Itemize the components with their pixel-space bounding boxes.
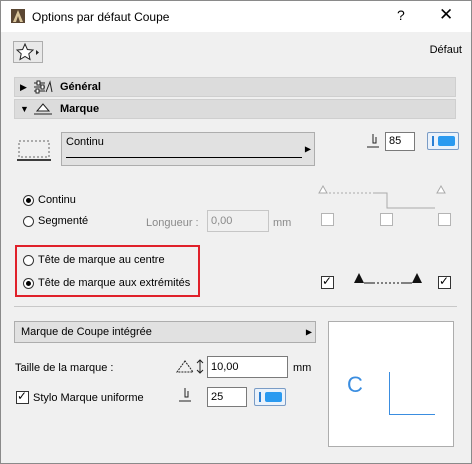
segment-end-checkbox[interactable] — [438, 213, 451, 226]
favorites-button[interactable] — [13, 41, 43, 63]
line-type-preview-icon — [17, 140, 51, 161]
marker-size-icon — [176, 359, 204, 374]
radio-head-center[interactable]: Tête de marque au centre — [23, 254, 165, 266]
app-icon — [11, 9, 25, 23]
radio-circle — [23, 277, 34, 289]
radio-circle — [23, 215, 34, 227]
toggle-bar — [259, 392, 261, 402]
dropdown-arrow-icon: ▶ — [304, 144, 311, 154]
title-bar: Options par défaut Coupe ? ✕ — [1, 1, 471, 32]
marker-pen-field[interactable]: 25 — [207, 387, 247, 407]
line-pen-toggle[interactable] — [427, 132, 459, 150]
marker-pen-toggle[interactable] — [254, 388, 286, 406]
star-icon — [15, 42, 39, 61]
radio-head-ends-label: Tête de marque aux extrémités — [38, 277, 191, 289]
preview-vertical-line — [389, 372, 390, 414]
toggle-knob — [265, 392, 282, 402]
segment-middle-checkbox[interactable] — [380, 213, 393, 226]
radio-continu[interactable]: Continu — [23, 194, 76, 206]
radio-segmente[interactable]: Segmenté — [23, 215, 88, 227]
preview-horizontal-line — [389, 414, 435, 415]
line-type-dropdown[interactable]: Continu ▶ — [61, 132, 315, 166]
line-type-sample — [66, 157, 302, 158]
toggle-bar — [432, 136, 434, 146]
help-button[interactable]: ? — [397, 7, 405, 23]
section-general-label: Général — [60, 81, 101, 93]
checkmark-icon: ✓ — [322, 274, 333, 288]
close-button[interactable]: ✕ — [439, 5, 453, 25]
marker-preview: C — [328, 321, 454, 447]
marker-type-dropdown[interactable]: Marque de Coupe intégrée ▶ — [14, 321, 316, 343]
checkmark-icon: ✓ — [439, 274, 450, 288]
dropdown-arrow-icon: ▶ — [305, 327, 312, 337]
radio-circle — [23, 194, 34, 206]
head-start-checkbox[interactable]: ✓ — [321, 274, 334, 289]
radio-head-ends[interactable]: Tête de marque aux extrémités — [23, 277, 190, 289]
head-end-checkbox[interactable]: ✓ — [438, 274, 451, 289]
marker-size-label: Taille de la marque : — [15, 362, 114, 374]
radio-head-center-label: Tête de marque au centre — [38, 254, 165, 266]
highlight-box — [15, 245, 200, 297]
dialog-window: Options par défaut Coupe ? ✕ Défaut ▶ Gé… — [0, 0, 472, 464]
radio-continu-label: Continu — [38, 194, 76, 206]
default-label: Défaut — [429, 44, 462, 56]
section-marque[interactable]: ▼ Marque — [14, 99, 456, 119]
marker-icon — [34, 103, 52, 115]
preview-letter: C — [347, 372, 363, 397]
segment-start-checkbox[interactable] — [321, 213, 334, 226]
window-title: Options par défaut Coupe — [32, 10, 170, 24]
section-general[interactable]: ▶ Général — [14, 77, 456, 97]
radio-circle — [23, 254, 34, 266]
separator — [14, 306, 457, 307]
uniform-pen-checkbox[interactable]: ✓ — [16, 389, 29, 404]
marker-size-field[interactable]: 10,00 — [207, 356, 288, 378]
marker-head-diagram — [354, 273, 422, 284]
line-pen-field[interactable]: 85 — [385, 132, 415, 151]
checkmark-icon: ✓ — [17, 389, 28, 403]
toggle-knob — [438, 136, 455, 146]
radio-segmente-label: Segmenté — [38, 215, 89, 227]
uniform-pen-label: Stylo Marque uniforme — [33, 392, 144, 404]
line-type-value: Continu — [66, 136, 104, 148]
collapse-arrow-icon: ▼ — [20, 104, 29, 114]
expand-arrow-icon: ▶ — [20, 82, 27, 92]
marker-size-unit: mm — [293, 362, 312, 374]
length-label: Longueur : — [146, 217, 199, 229]
section-marque-label: Marque — [60, 103, 100, 115]
marker-type-value: Marque de Coupe intégrée — [21, 326, 152, 338]
length-unit: mm — [273, 217, 292, 229]
length-field[interactable]: 0,00 — [207, 210, 269, 232]
pen-icon — [367, 134, 379, 148]
general-settings-icon — [34, 80, 53, 94]
pen-icon — [179, 388, 191, 402]
